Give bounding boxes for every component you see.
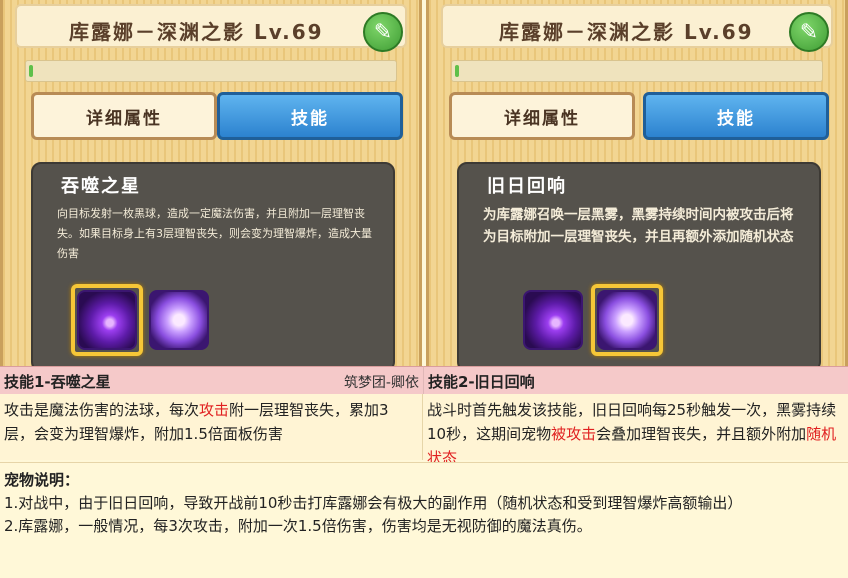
skill1-description: 攻击是魔法伤害的法球，每次攻击附一层理智丧失，累加3层，会变为理智爆炸，附加1.… xyxy=(0,394,423,460)
skill-info-box: 旧日回响 为库露娜召唤一层黑雾，黑雾持续时间内被攻击后将为目标附加一层理智丧失，… xyxy=(457,162,821,366)
tab-skills[interactable]: 技能 xyxy=(643,92,829,140)
experience-fill xyxy=(29,65,33,77)
pet-panel-right: 库露娜－深渊之影 Lv.69 ✎ 详细属性 技能 旧日回响 为库露娜召唤一层黑雾… xyxy=(426,0,848,366)
tab-detail-attributes[interactable]: 详细属性 xyxy=(31,92,217,140)
pet-title: 库露娜－深渊之影 Lv.69 xyxy=(499,20,754,44)
purple-flame-skill-icon[interactable] xyxy=(77,290,137,350)
skill2-text-b: 会叠加理智丧失，并且额外附加 xyxy=(596,425,807,443)
purple-flame-skill-icon[interactable] xyxy=(523,290,583,350)
screenshot-root: 库露娜－深渊之影 Lv.69 ✎ 详细属性 技能 吞噬之星 向目标发射一枚黑球，… xyxy=(0,0,848,578)
purple-orb-skill-icon[interactable] xyxy=(149,290,209,350)
edit-pencil-icon[interactable]: ✎ xyxy=(363,12,403,52)
skill1-heading-row: 技能1-吞噬之星 筑梦团-卿依 xyxy=(0,366,423,394)
skill-name: 吞噬之星 xyxy=(61,176,141,197)
notes-line-2: 2.库露娜，一般情况，每3次攻击，附加一次1.5倍伤害，伤害均是无视防御的魔法真… xyxy=(4,517,592,535)
skill-name: 旧日回响 xyxy=(487,176,567,197)
tab-skills[interactable]: 技能 xyxy=(217,92,403,140)
pet-notes: 宠物说明： 1.对战中，由于旧日回响，导致开战前10秒击打库露娜会有极大的副作用… xyxy=(0,462,848,578)
skill1-text-a: 攻击是魔法伤害的法球，每次 xyxy=(4,401,200,419)
title-bar: 库露娜－深渊之影 Lv.69 xyxy=(15,4,407,48)
notes-heading: 宠物说明： xyxy=(4,471,80,489)
skill-info-box: 吞噬之星 向目标发射一枚黑球，造成一定魔法伤害，并且附加一层理智丧失。如果目标身… xyxy=(31,162,395,366)
pet-title: 库露娜－深渊之影 Lv.69 xyxy=(69,20,324,44)
skill-description: 向目标发射一枚黑球，造成一定魔法伤害，并且附加一层理智丧失。如果目标身上有3层理… xyxy=(57,207,372,260)
experience-fill xyxy=(455,65,459,77)
skill2-description: 战斗时首先触发该技能，旧日回响每25秒触发一次，黑雾持续10秒，这期间宠物被攻击… xyxy=(423,394,848,467)
experience-bar xyxy=(25,60,397,82)
experience-bar xyxy=(451,60,823,82)
author-credit: 筑梦团-卿依 xyxy=(343,375,419,391)
edit-pencil-icon[interactable]: ✎ xyxy=(789,12,829,52)
skill-description: 为库露娜召唤一层黑雾，黑雾持续时间内被攻击后将为目标附加一层理智丧失，并且再额外… xyxy=(483,207,794,245)
title-bar: 库露娜－深渊之影 Lv.69 xyxy=(441,4,833,48)
notes-line-1: 1.对战中，由于旧日回响，导致开战前10秒击打库露娜会有极大的副作用（随机状态和… xyxy=(4,494,743,512)
pet-panel-left: 库露娜－深渊之影 Lv.69 ✎ 详细属性 技能 吞噬之星 向目标发射一枚黑球，… xyxy=(0,0,422,366)
skill1-text-red: 攻击 xyxy=(199,401,230,419)
skill2-heading: 技能2-旧日回响 xyxy=(428,373,535,391)
purple-orb-skill-icon[interactable] xyxy=(597,290,657,350)
skill2-heading-row: 技能2-旧日回响 xyxy=(423,366,848,394)
skill2-text-red1: 被攻击 xyxy=(551,425,597,443)
skill1-heading: 技能1-吞噬之星 xyxy=(4,373,111,391)
tab-detail-attributes[interactable]: 详细属性 xyxy=(449,92,635,140)
